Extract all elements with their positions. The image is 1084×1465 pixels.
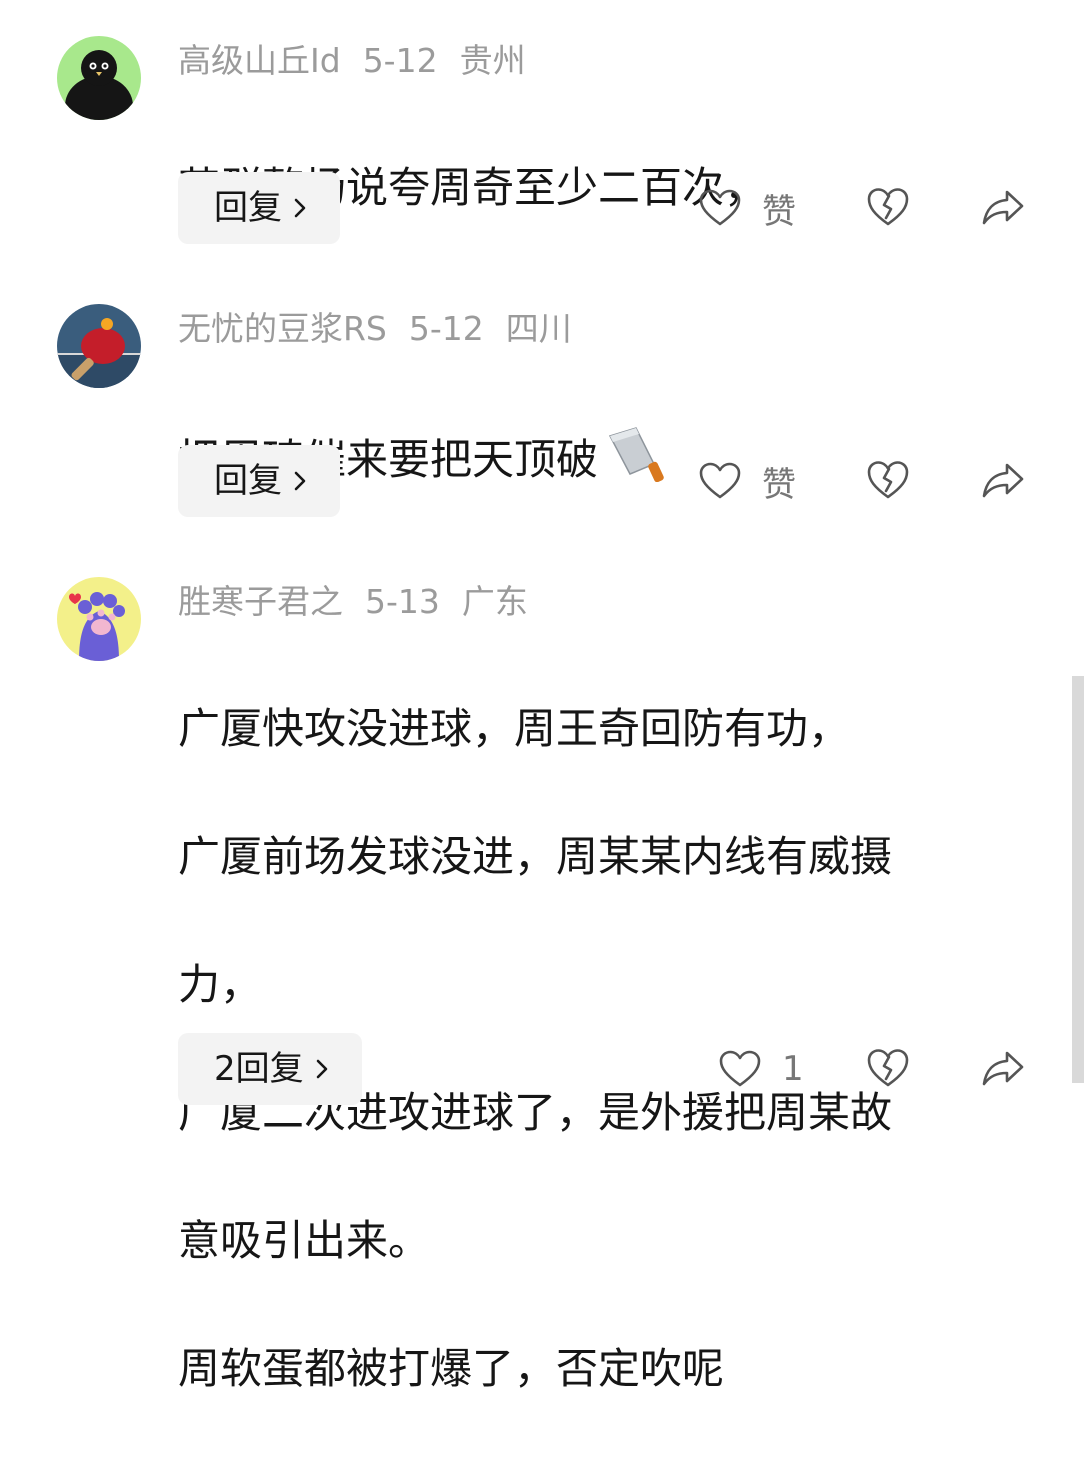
- heart-icon: [699, 462, 741, 499]
- comment-meta: 无忧的豆浆RS 5-12 四川: [178, 307, 594, 351]
- comment-location: 四川: [505, 309, 572, 348]
- share-arrow-icon: [982, 463, 1024, 498]
- share-button[interactable]: [980, 1047, 1026, 1093]
- like-button[interactable]: 1: [718, 1033, 804, 1105]
- broken-heart-icon: [867, 461, 909, 499]
- like-button[interactable]: 赞: [698, 172, 796, 244]
- avatar[interactable]: [57, 577, 141, 661]
- dislike-button[interactable]: [865, 186, 911, 232]
- like-button[interactable]: 赞: [698, 445, 796, 517]
- username[interactable]: 无忧的豆浆RS: [178, 309, 387, 348]
- comment-location: 贵州: [459, 41, 526, 80]
- dislike-button[interactable]: [865, 1047, 911, 1093]
- scrollbar[interactable]: [1072, 676, 1084, 1083]
- comment-actions: 赞: [0, 445, 1084, 517]
- heart-icon: [719, 1050, 761, 1087]
- username[interactable]: 高级山丘Id: [178, 41, 341, 80]
- comment-actions: 赞: [0, 172, 1084, 244]
- share-arrow-icon: [982, 190, 1024, 225]
- comment-line: 力，: [178, 960, 263, 1009]
- dislike-button[interactable]: [865, 459, 911, 505]
- comment-line: 广厦前场发球没进，周某某内线有威摄: [178, 832, 893, 881]
- ping-pong-paddle-avatar-icon: [57, 304, 141, 388]
- share-button[interactable]: [980, 459, 1026, 505]
- black-bird-avatar-icon: [57, 36, 141, 120]
- avatar[interactable]: [57, 36, 141, 120]
- broken-heart-icon: [867, 188, 909, 226]
- comment-location: 广东: [461, 582, 528, 621]
- comment-meta: 高级山丘Id 5-12 贵州: [178, 39, 548, 83]
- comment-line: 广厦快攻没进球，周王奇回防有功，: [178, 704, 851, 753]
- like-count: 1: [782, 1049, 804, 1089]
- like-label: 赞: [762, 191, 796, 232]
- like-label: 赞: [762, 464, 796, 505]
- comment-line: 意吸引出来。: [178, 1216, 431, 1265]
- cat-paw-avatar-icon: [57, 577, 141, 661]
- username[interactable]: 胜寒子君之: [178, 582, 343, 621]
- comment-date: 5-13: [365, 582, 440, 621]
- comment-date: 5-12: [408, 309, 484, 348]
- heart-icon: [699, 189, 741, 226]
- share-button[interactable]: [980, 186, 1026, 232]
- comment-line: 周软蛋都被打爆了，否定吹呢: [178, 1344, 725, 1393]
- comment-meta: 胜寒子君之 5-13 广东: [178, 580, 550, 624]
- comment-date: 5-12: [362, 41, 438, 80]
- avatar[interactable]: [57, 304, 141, 388]
- comment-actions: 1: [0, 1033, 1084, 1105]
